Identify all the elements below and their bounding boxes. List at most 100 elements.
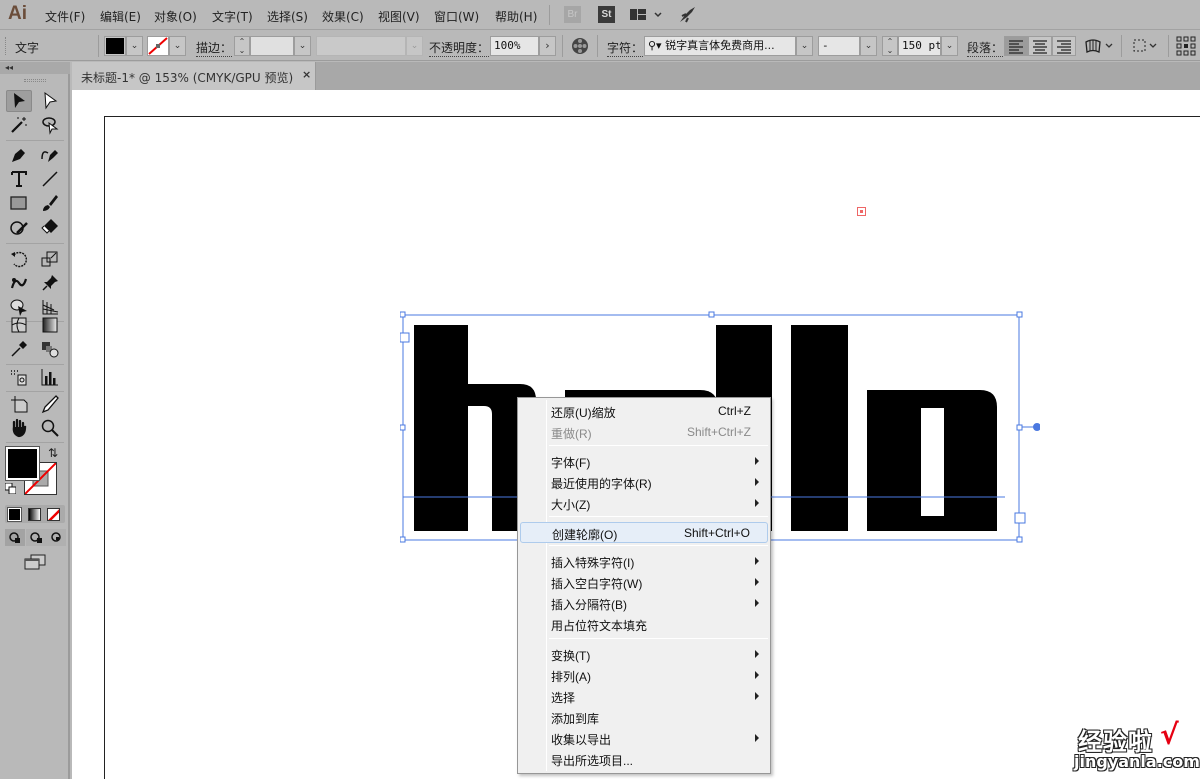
eyedropper-tool[interactable] bbox=[6, 338, 32, 360]
rocket-icon[interactable] bbox=[678, 6, 696, 27]
gradient-tool[interactable] bbox=[37, 314, 63, 336]
context-menu-item[interactable]: 还原(U)缩放 Ctrl+Z bbox=[520, 401, 768, 422]
document-tab[interactable]: 未标题-1* @ 153% (CMYK/GPU 预览) × bbox=[72, 62, 316, 90]
context-menu-item[interactable]: 大小(Z) bbox=[520, 493, 768, 514]
paintbrush-tool[interactable] bbox=[37, 192, 63, 214]
context-menu-item[interactable]: 排列(A) bbox=[520, 665, 768, 686]
paragraph-label[interactable]: 段落： bbox=[967, 39, 1004, 57]
context-menu-item[interactable]: 导出所选项目... bbox=[520, 749, 768, 770]
opacity-expand-button[interactable]: › bbox=[539, 36, 556, 56]
recolor-artwork-icon[interactable] bbox=[571, 37, 589, 58]
fill-color-swatch[interactable] bbox=[5, 446, 40, 481]
line-tool[interactable] bbox=[37, 168, 63, 190]
scale-tool[interactable] bbox=[37, 248, 63, 270]
magic-wand-tool[interactable] bbox=[6, 114, 32, 136]
font-size-dropdown[interactable]: ⌄ bbox=[941, 36, 958, 56]
close-tab-button[interactable]: × bbox=[302, 68, 311, 81]
context-menu-item[interactable]: 收集以导出 bbox=[520, 728, 768, 749]
stroke-weight-dropdown[interactable]: ⌄ bbox=[294, 36, 311, 56]
slice-tool[interactable] bbox=[37, 393, 63, 415]
align-right-button[interactable] bbox=[1052, 36, 1076, 56]
menu-view[interactable]: 视图(V) bbox=[378, 8, 420, 25]
opacity-input[interactable]: 100% bbox=[490, 36, 539, 56]
draw-behind-button[interactable] bbox=[26, 529, 46, 546]
draw-inside-button[interactable] bbox=[46, 529, 66, 546]
fill-swatch[interactable] bbox=[104, 36, 126, 56]
align-objects-button[interactable] bbox=[1132, 38, 1160, 57]
menu-effect[interactable]: 效果(C) bbox=[322, 8, 364, 25]
font-size-input[interactable]: 150 pt bbox=[898, 36, 941, 56]
context-menu-item[interactable]: 插入空白字符(W) bbox=[520, 572, 768, 593]
context-menu-item[interactable]: 插入分隔符(B) bbox=[520, 593, 768, 614]
stroke-dropdown[interactable]: ⌄ bbox=[169, 36, 186, 56]
shaper-tool[interactable] bbox=[6, 216, 32, 238]
zoom-tool[interactable] bbox=[37, 417, 63, 439]
swap-fill-stroke-icon[interactable]: ⇅ bbox=[48, 446, 58, 460]
stroke-label[interactable]: 描边： bbox=[196, 39, 233, 57]
collapse-toolbox-button[interactable]: ◂◂ bbox=[0, 62, 70, 74]
font-family-input[interactable]: ⚲▾ 锐字真言体免费商用... bbox=[644, 36, 796, 56]
divider bbox=[562, 35, 563, 57]
font-family-dropdown[interactable]: ⌄ bbox=[796, 36, 813, 56]
toolbox-grip[interactable] bbox=[24, 79, 46, 82]
align-left-button[interactable] bbox=[1004, 36, 1028, 56]
stroke-swatch[interactable] bbox=[147, 36, 169, 56]
bridge-button[interactable]: Br bbox=[564, 6, 581, 23]
puppet-warp-tool[interactable] bbox=[37, 272, 63, 294]
mesh-tool[interactable] bbox=[6, 314, 32, 336]
menu-window[interactable]: 窗口(W) bbox=[434, 8, 479, 25]
font-style-dropdown[interactable]: ⌄ bbox=[860, 36, 877, 56]
stock-button[interactable]: St bbox=[598, 6, 615, 23]
rectangle-tool[interactable] bbox=[6, 192, 32, 214]
selection-tool[interactable] bbox=[6, 90, 32, 112]
artboard-tool[interactable] bbox=[6, 393, 32, 415]
menu-edit[interactable]: 编辑(E) bbox=[100, 8, 141, 25]
font-size-stepper[interactable]: ⌃ ⌄ bbox=[882, 36, 898, 56]
context-menu-item[interactable]: 最近使用的字体(R) bbox=[520, 472, 768, 493]
opacity-label[interactable]: 不透明度： bbox=[429, 39, 490, 57]
symbol-sprayer-tool[interactable] bbox=[6, 366, 32, 388]
profile-dropdown[interactable]: ⌄ bbox=[406, 36, 423, 56]
menu-file[interactable]: 文件(F) bbox=[45, 8, 85, 25]
default-fill-stroke-icon[interactable] bbox=[4, 482, 17, 495]
workspace-switcher[interactable] bbox=[630, 8, 664, 25]
font-style-input[interactable]: - bbox=[818, 36, 860, 56]
context-menu-item[interactable]: 创建轮廓(O) Shift+Ctrl+O bbox=[520, 522, 768, 543]
variable-width-profile[interactable] bbox=[316, 36, 406, 56]
gradient-button[interactable] bbox=[28, 508, 41, 521]
color-button[interactable] bbox=[7, 507, 22, 522]
context-menu-item[interactable]: 变换(T) bbox=[520, 644, 768, 665]
screen-mode-button[interactable] bbox=[24, 554, 46, 573]
envelope-warp-button[interactable] bbox=[1084, 38, 1114, 57]
context-menu-item[interactable]: 选择 bbox=[520, 686, 768, 707]
transform-reference-button[interactable] bbox=[1176, 36, 1196, 59]
none-button[interactable] bbox=[47, 508, 60, 521]
eraser-tool[interactable] bbox=[37, 216, 63, 238]
context-menu-item[interactable]: 插入特殊字符(I) bbox=[520, 551, 768, 572]
column-graph-tool[interactable] bbox=[37, 366, 63, 388]
menu-type[interactable]: 文字(T) bbox=[212, 8, 253, 25]
context-menu-item[interactable]: 重做(R) Shift+Ctrl+Z bbox=[520, 422, 768, 443]
direct-selection-tool[interactable] bbox=[37, 90, 63, 112]
rotate-tool[interactable] bbox=[6, 248, 32, 270]
lasso-tool[interactable] bbox=[37, 114, 63, 136]
stroke-stepper[interactable]: ⌃ ⌄ bbox=[234, 36, 250, 56]
blend-tool[interactable] bbox=[37, 338, 63, 360]
pen-tool[interactable] bbox=[6, 144, 32, 166]
context-menu-item[interactable]: 字体(F) bbox=[520, 451, 768, 472]
context-menu-item[interactable]: 用占位符文本填充 bbox=[520, 614, 768, 635]
context-menu-item[interactable]: 添加到库 bbox=[520, 707, 768, 728]
type-tool[interactable] bbox=[6, 168, 32, 190]
draw-normal-button[interactable] bbox=[5, 529, 25, 546]
hand-tool[interactable] bbox=[6, 417, 32, 439]
warp-tool[interactable] bbox=[6, 272, 32, 294]
stroke-weight-input[interactable] bbox=[250, 36, 294, 56]
menu-object[interactable]: 对象(O) bbox=[154, 8, 197, 25]
align-center-button[interactable] bbox=[1028, 36, 1052, 56]
menu-help[interactable]: 帮助(H) bbox=[495, 8, 537, 25]
grip[interactable] bbox=[5, 37, 7, 55]
curvature-tool[interactable] bbox=[37, 144, 63, 166]
character-label[interactable]: 字符： bbox=[607, 39, 644, 57]
fill-dropdown[interactable]: ⌄ bbox=[126, 36, 143, 56]
menu-select[interactable]: 选择(S) bbox=[267, 8, 308, 25]
